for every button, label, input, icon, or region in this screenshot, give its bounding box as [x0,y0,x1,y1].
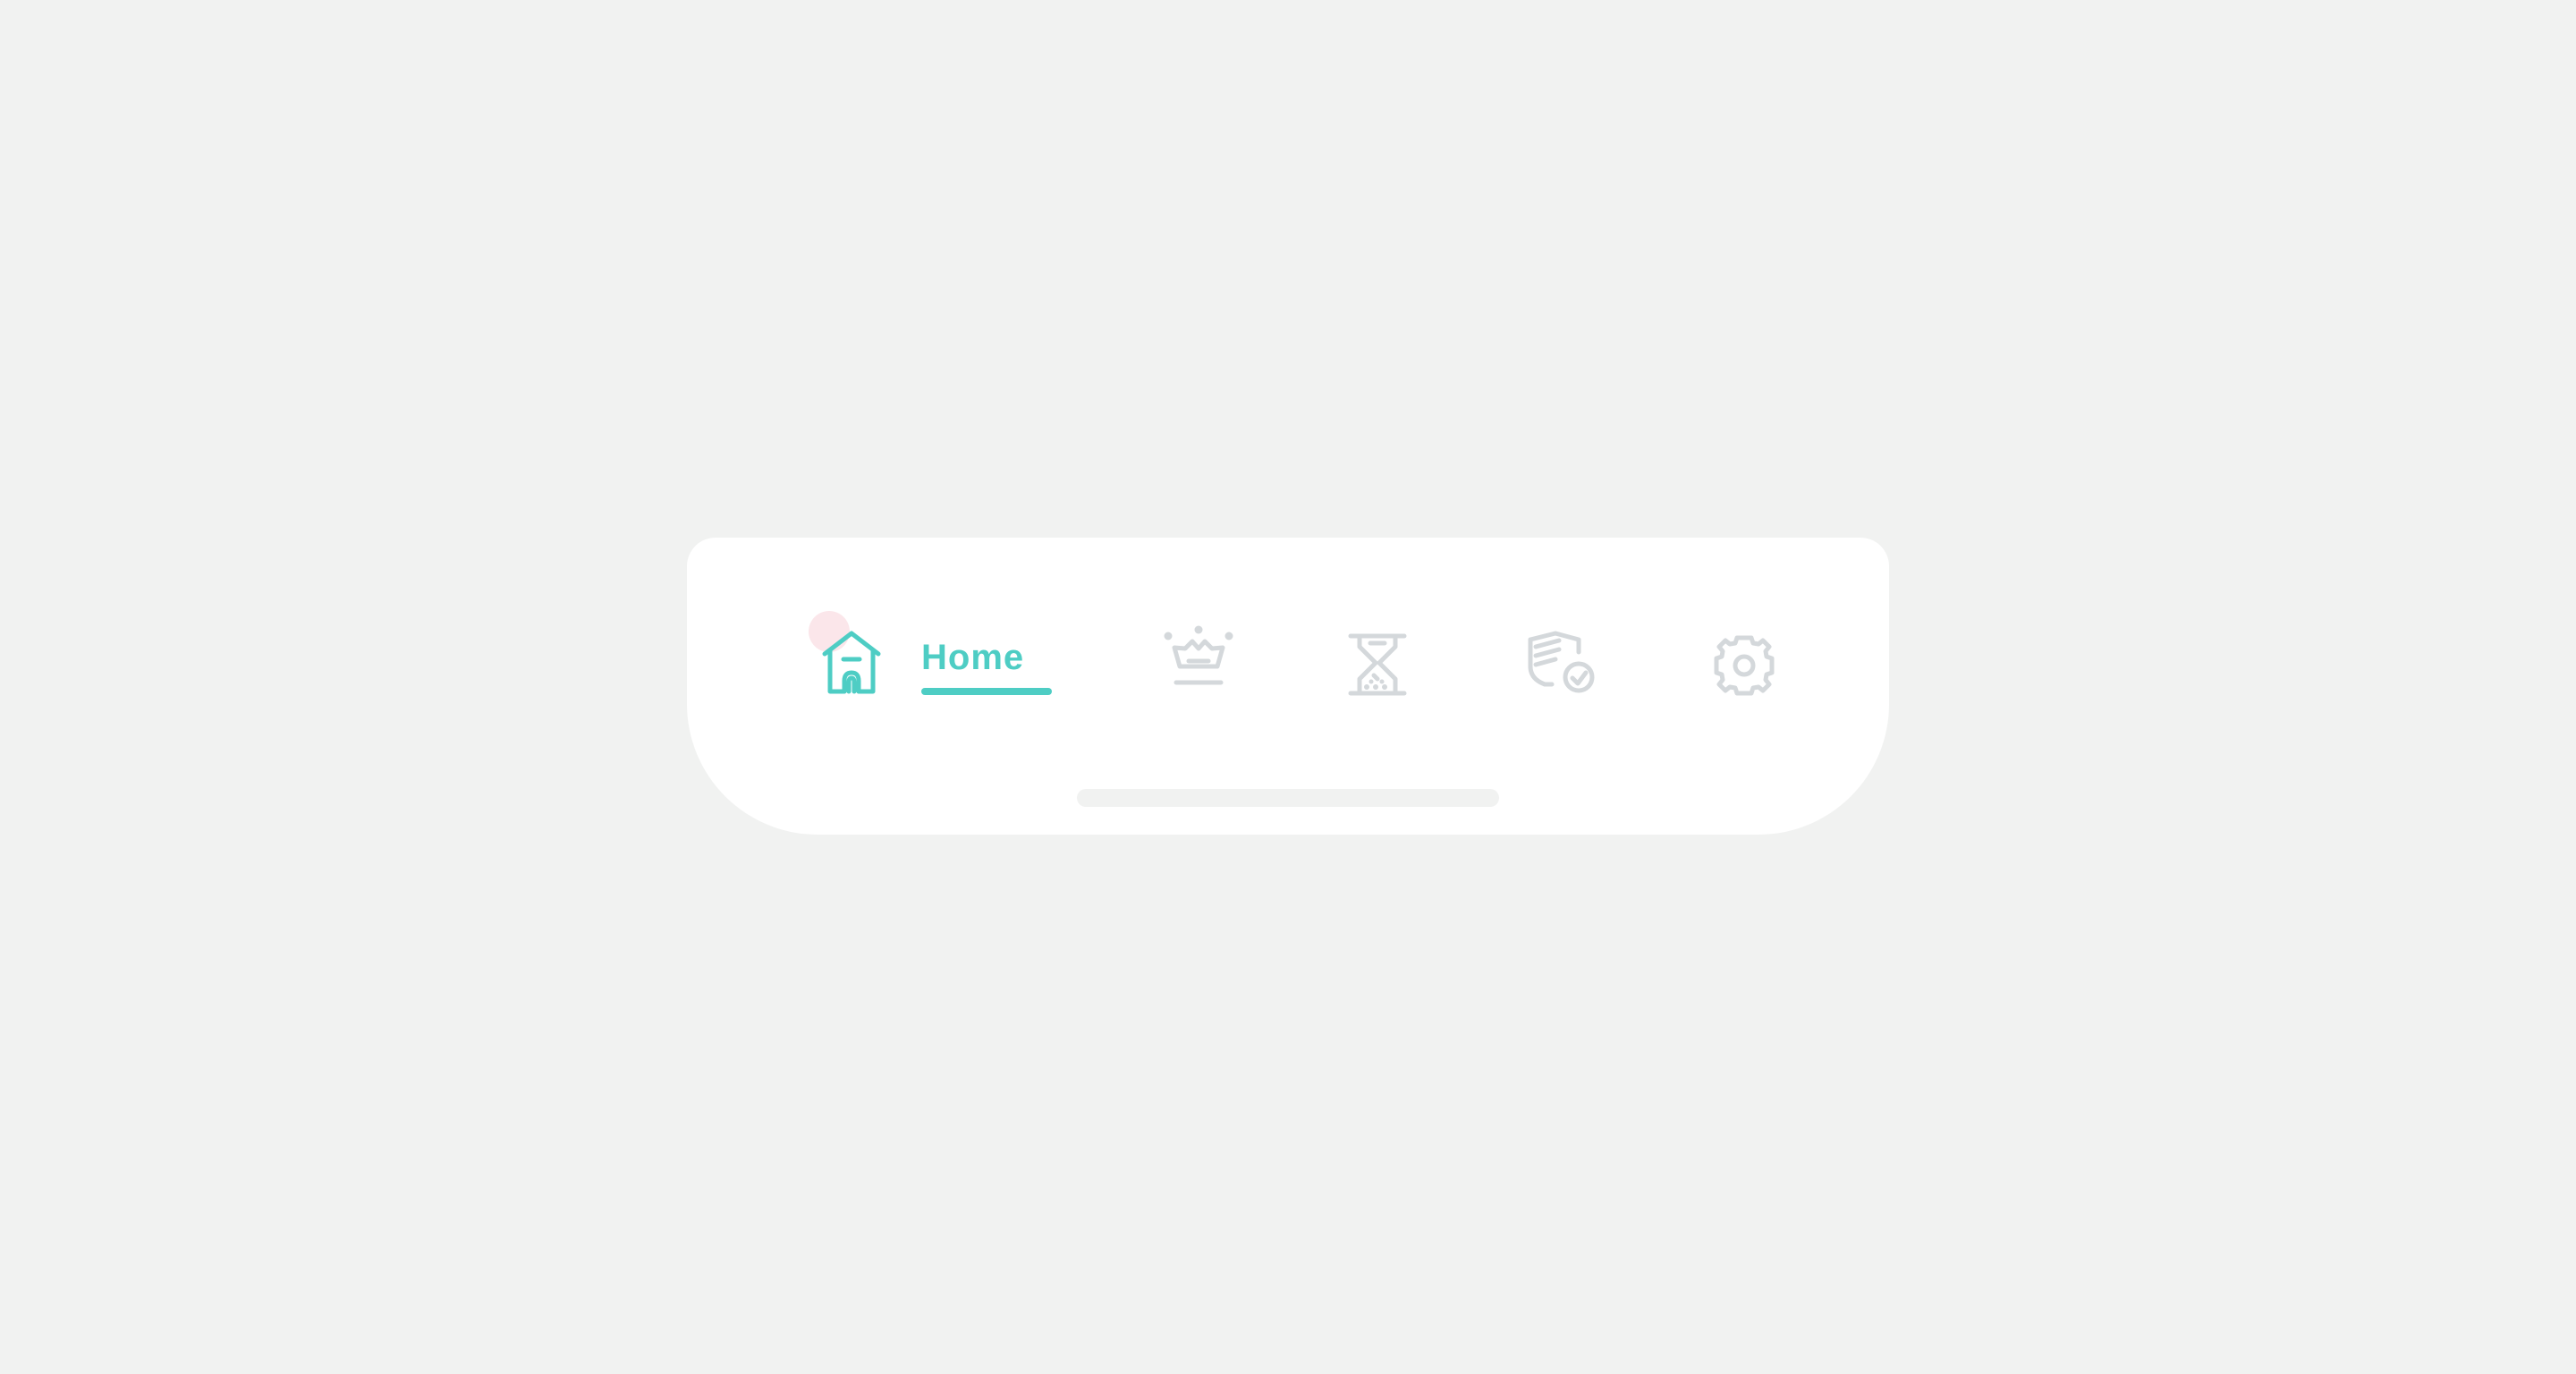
home-indicator [1077,789,1499,807]
tab-history[interactable] [1340,627,1420,708]
bottom-tab-bar: Home [687,538,1889,835]
tab-settings[interactable] [1704,627,1784,708]
home-icon [822,631,881,694]
gear-icon [1714,635,1775,696]
crown-icon [1164,625,1233,685]
tab-premium[interactable] [1158,625,1239,708]
policy-check-icon [1528,631,1595,693]
active-tab-indicator [921,688,1052,695]
hourglass-icon [1348,633,1407,696]
tab-insurance[interactable] [1523,627,1604,708]
tab-home[interactable] [819,625,891,697]
tab-home-label: Home [921,638,1025,677]
